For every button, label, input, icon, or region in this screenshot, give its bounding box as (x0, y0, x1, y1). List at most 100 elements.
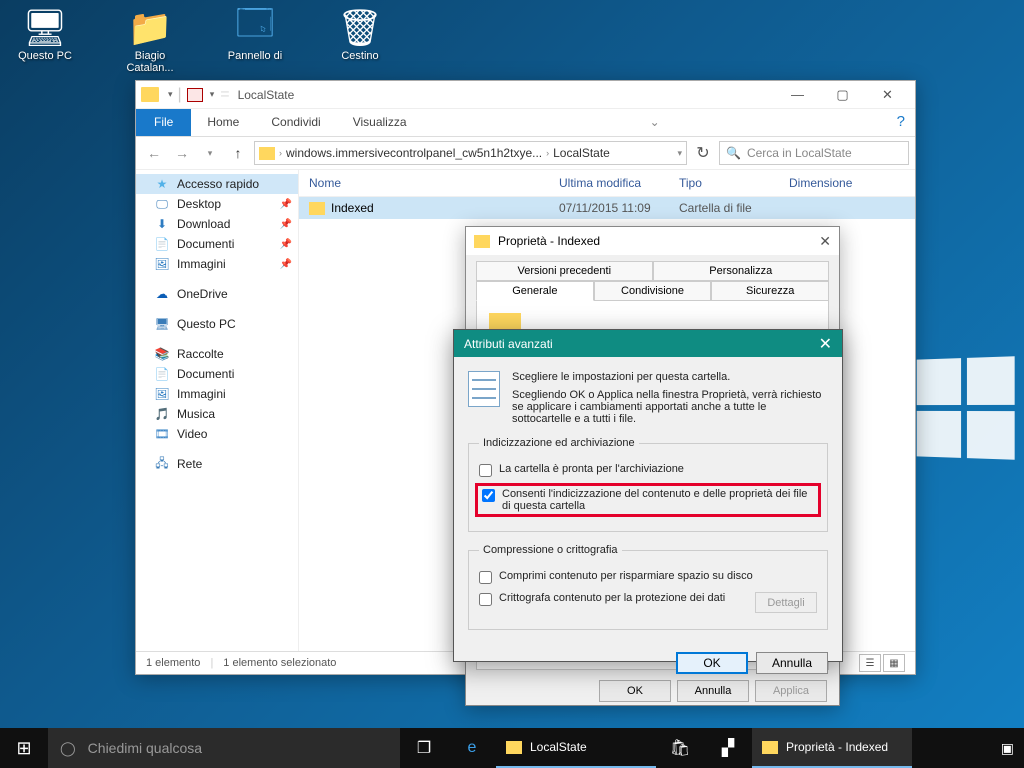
images-icon: 🖼 (154, 387, 170, 401)
checkbox-encrypt[interactable]: Crittografa contenuto per la protezione … (479, 588, 817, 617)
ok-button[interactable]: OK (676, 652, 748, 674)
desktop-icon-user[interactable]: 📁Biagio Catalan... (115, 5, 185, 74)
sidebar-item-libraries[interactable]: 📚Raccolte (136, 344, 298, 364)
close-icon[interactable]: ✕ (819, 334, 832, 354)
properties-titlebar[interactable]: Proprietà - Indexed ✕ (466, 227, 839, 255)
help-icon[interactable]: ? (887, 109, 915, 136)
sidebar-item-onedrive[interactable]: ☁OneDrive (136, 284, 298, 304)
tab-previous-versions[interactable]: Versioni precedenti (476, 261, 653, 281)
breadcrumb-seg[interactable]: windows.immersivecontrolpanel_cw5n1h2txy… (286, 146, 542, 160)
breadcrumb-seg[interactable]: LocalState (553, 146, 610, 160)
search-input[interactable]: 🔍 Cerca in LocalState (719, 141, 909, 165)
sidebar-item-documents[interactable]: 📄Documenti📌 (136, 234, 298, 254)
start-button[interactable]: ⊞ (0, 728, 48, 768)
taskbar-app-explorer[interactable]: LocalState (496, 728, 656, 768)
view-details-button[interactable]: ☰ (859, 654, 881, 672)
checkbox-compress[interactable]: Comprimi contenuto per risparmiare spazi… (479, 566, 817, 588)
desktop-icon-controlpanel[interactable]: 🗔Pannello di (220, 5, 290, 74)
checkbox-input[interactable] (479, 593, 492, 606)
close-icon[interactable]: ✕ (819, 233, 831, 250)
explorer-titlebar[interactable]: ▾ | ▾ = LocalState — ▢ ✕ (136, 81, 915, 109)
document-icon: 📄 (154, 237, 170, 251)
back-button[interactable]: ← (142, 141, 166, 165)
column-headers[interactable]: Nome Ultima modifica Tipo Dimensione (299, 170, 915, 197)
checkbox-archive-ready[interactable]: La cartella è pronta per l'archiviazione (479, 459, 817, 481)
cortana-icon: ◯ (60, 740, 76, 757)
checkbox-input[interactable] (479, 571, 492, 584)
star-icon: ★ (154, 177, 170, 191)
indexing-group: Indicizzazione ed archiviazione La carte… (468, 437, 828, 532)
sidebar-item-lib-video[interactable]: 🎞Video (136, 424, 298, 444)
indexing-legend: Indicizzazione ed archiviazione (479, 437, 639, 449)
maximize-button[interactable]: ▢ (820, 81, 865, 109)
address-bar: ← → ▾ ↑ › windows.immersivecontrolpanel_… (136, 137, 915, 170)
recent-dropdown[interactable]: ▾ (198, 141, 222, 165)
desktop-icon-recycle[interactable]: 🗑Cestino (325, 5, 395, 74)
refresh-button[interactable]: ↻ (691, 143, 715, 163)
col-name: Nome (309, 176, 559, 190)
forward-button[interactable]: → (170, 141, 194, 165)
ribbon-expand[interactable]: ⌄ (634, 109, 676, 136)
checkbox-input[interactable] (482, 489, 495, 502)
user-folder-icon: 📁 (115, 5, 185, 50)
checkbox-allow-indexing[interactable]: Consenti l'indicizzazione del contenuto … (475, 483, 821, 517)
tab-customize[interactable]: Personalizza (653, 261, 830, 281)
edge-button[interactable]: e (448, 728, 496, 768)
taskview-button[interactable]: ❐ (400, 728, 448, 768)
sidebar-item-desktop[interactable]: 🖵Desktop📌 (136, 194, 298, 214)
sidebar-item-thispc[interactable]: 🖥Questo PC (136, 314, 298, 334)
file-row[interactable]: Indexed 07/11/2015 11:09 Cartella di fil… (299, 197, 915, 219)
folder-icon (506, 741, 522, 754)
pc-icon: 🖥 (154, 317, 170, 331)
chevron-down-icon[interactable]: ▾ (210, 89, 215, 100)
windows-logo-accent (917, 356, 1015, 460)
sidebar-item-lib-images[interactable]: 🖼Immagini (136, 384, 298, 404)
tab-general[interactable]: Generale (476, 281, 594, 301)
window-title: LocalState (238, 88, 295, 102)
app-button[interactable]: ▞ (704, 728, 752, 768)
tab-file[interactable]: File (136, 109, 191, 136)
address-field[interactable]: › windows.immersivecontrolpanel_cw5n1h2t… (254, 141, 687, 165)
compression-group: Compressione o crittografia Comprimi con… (468, 544, 828, 630)
view-large-button[interactable]: ▦ (883, 654, 905, 672)
minimize-button[interactable]: — (775, 81, 820, 109)
tab-sharing[interactable]: Condivisione (594, 281, 712, 301)
sidebar-item-download[interactable]: ⬇Download📌 (136, 214, 298, 234)
sidebar-item-lib-music[interactable]: 🎵Musica (136, 404, 298, 424)
tab-security[interactable]: Sicurezza (711, 281, 829, 301)
taskbar-app-properties[interactable]: Proprietà - Indexed (752, 728, 912, 768)
advanced-attributes-dialog: Attributi avanzati ✕ Scegliere le impost… (453, 329, 843, 662)
chevron-down-icon[interactable]: ▾ (168, 89, 173, 100)
folder-icon (762, 741, 778, 754)
compression-legend: Compressione o crittografia (479, 544, 622, 556)
system-tray[interactable]: ▣ (991, 728, 1024, 768)
sidebar-item-images[interactable]: 🖼Immagini📌 (136, 254, 298, 274)
pin-icon: 📌 (280, 239, 292, 250)
music-icon: 🎵 (154, 407, 170, 421)
tab-view[interactable]: Visualizza (337, 109, 423, 136)
tab-home[interactable]: Home (191, 109, 255, 136)
sidebar-item-quickaccess[interactable]: ★Accesso rapido (136, 174, 298, 194)
col-type: Tipo (679, 176, 789, 190)
cortana-search[interactable]: ◯ Chiedimi qualcosa (48, 728, 400, 768)
sidebar-item-lib-documents[interactable]: 📄Documenti (136, 364, 298, 384)
cancel-button[interactable]: Annulla (756, 652, 828, 674)
store-button[interactable]: 🛍 (656, 728, 704, 768)
details-button[interactable]: Dettagli (755, 592, 817, 613)
up-button[interactable]: ↑ (226, 141, 250, 165)
pc-icon: 🖥 (10, 5, 80, 50)
folder-icon (259, 147, 275, 160)
tab-share[interactable]: Condividi (255, 109, 336, 136)
folder-icon (309, 202, 325, 215)
close-button[interactable]: ✕ (865, 81, 910, 109)
images-icon: 🖼 (154, 257, 170, 271)
search-icon: 🔍 (726, 146, 741, 160)
qat-button[interactable] (187, 88, 203, 102)
col-modified: Ultima modifica (559, 176, 679, 190)
action-center-icon[interactable]: ▣ (1001, 740, 1014, 757)
network-icon: 🖧 (154, 457, 170, 471)
checkbox-input[interactable] (479, 464, 492, 477)
advanced-titlebar[interactable]: Attributi avanzati ✕ (454, 330, 842, 357)
sidebar-item-network[interactable]: 🖧Rete (136, 454, 298, 474)
desktop-icon-thispc[interactable]: 🖥Questo PC (10, 5, 80, 74)
